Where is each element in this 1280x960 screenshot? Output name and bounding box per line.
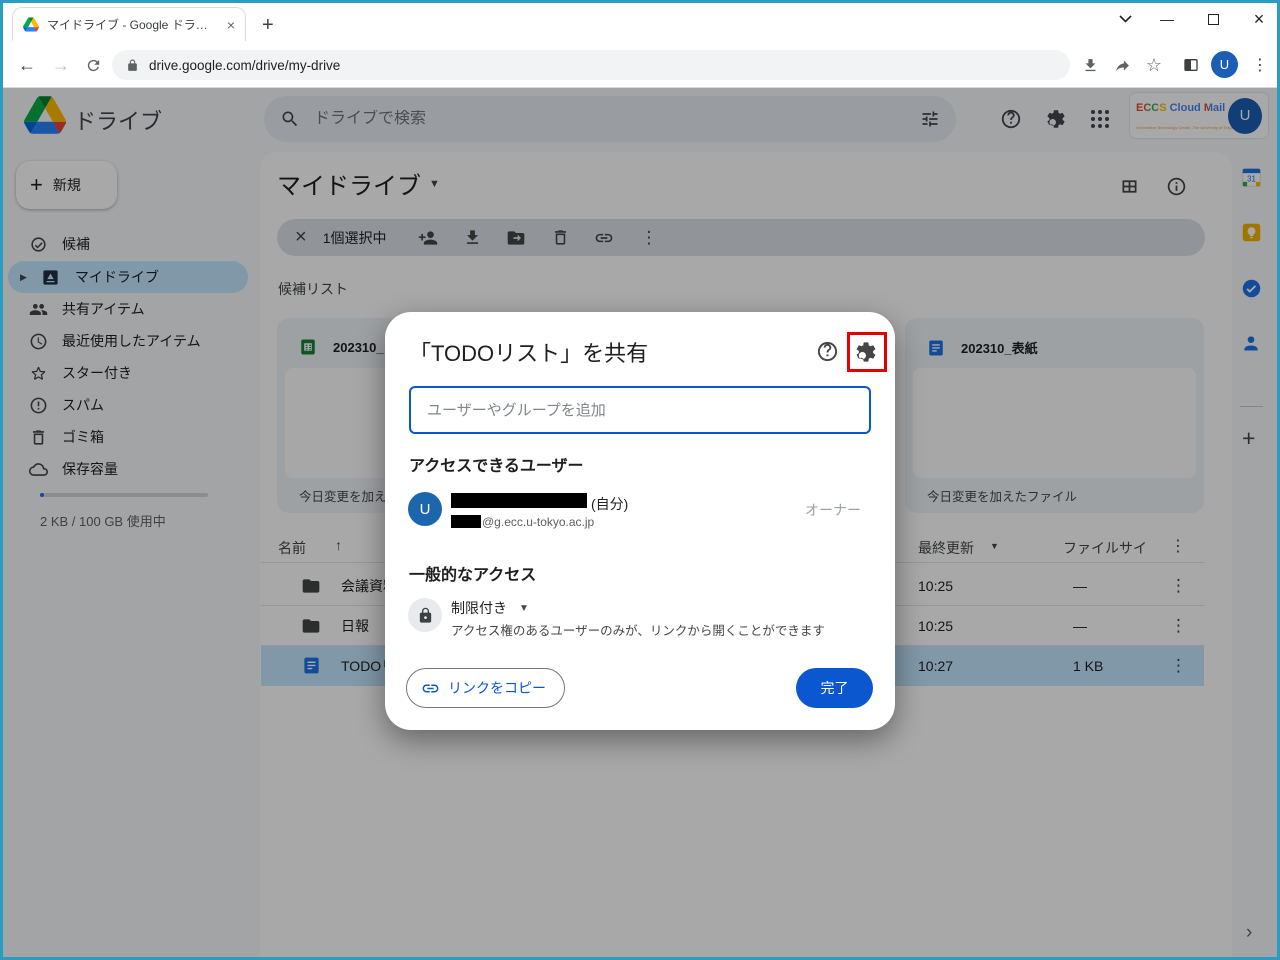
tab-close-icon[interactable]: × xyxy=(227,17,235,33)
redacted-owner-name xyxy=(451,493,587,508)
new-tab-button[interactable]: + xyxy=(262,15,274,35)
general-access-heading: 一般的なアクセス xyxy=(409,567,537,584)
tab-search-chevron-icon[interactable] xyxy=(1110,8,1140,30)
add-people-input[interactable] xyxy=(409,386,871,434)
https-lock-icon xyxy=(126,59,139,72)
copy-link-label: リンクをコピー xyxy=(448,680,546,696)
general-access-dropdown[interactable]: 制限付き ▼ xyxy=(451,598,529,618)
forward-button[interactable]: → xyxy=(48,52,74,78)
link-icon xyxy=(421,679,440,698)
copy-link-button[interactable]: リンクをコピー xyxy=(406,668,565,708)
owner-role-label: オーナー xyxy=(805,502,861,518)
bookmark-star-icon[interactable]: ☆ xyxy=(1141,52,1167,78)
general-access-description: アクセス権のあるユーザーのみが、リンクから開くことができます xyxy=(451,624,825,638)
dropdown-caret-icon: ▼ xyxy=(519,602,529,614)
general-access-option-label: 制限付き xyxy=(451,600,507,616)
side-panel-icon[interactable] xyxy=(1178,52,1204,78)
reload-button[interactable] xyxy=(80,52,106,78)
people-with-access-heading: アクセスできるユーザー xyxy=(409,458,584,475)
redacted-email-prefix xyxy=(451,515,481,528)
owner-avatar: U xyxy=(408,492,442,526)
browser-profile-avatar[interactable]: U xyxy=(1211,51,1238,78)
browser-menu-kebab-icon[interactable]: ⋮ xyxy=(1247,52,1273,78)
owner-email-domain: @g.ecc.u-tokyo.ac.jp xyxy=(482,515,595,529)
url-text: drive.google.com/drive/my-drive xyxy=(149,57,341,73)
back-button[interactable]: ← xyxy=(14,52,40,78)
browser-chrome: マイドライブ - Google ドライブ × + — × ← → drive.g… xyxy=(0,0,1280,88)
window-close-button[interactable]: × xyxy=(1244,8,1274,30)
window-minimize-button[interactable]: — xyxy=(1152,8,1182,30)
owner-self-label: (自分) xyxy=(591,496,629,512)
window-maximize-button[interactable] xyxy=(1198,8,1228,30)
restricted-lock-icon[interactable] xyxy=(408,598,442,632)
share-help-icon[interactable] xyxy=(816,340,839,363)
address-bar[interactable]: drive.google.com/drive/my-drive xyxy=(112,50,1070,80)
done-button[interactable]: 完了 xyxy=(796,668,873,708)
tab-title: マイドライブ - Google ドライブ xyxy=(47,18,215,32)
annotation-highlight-box xyxy=(847,332,887,372)
share-icon[interactable] xyxy=(1109,52,1135,78)
share-dialog-title: 「TODOリスト」を共有 xyxy=(409,341,649,366)
drive-favicon xyxy=(23,17,39,32)
browser-tab[interactable]: マイドライブ - Google ドライブ × xyxy=(12,7,246,41)
save-page-icon[interactable] xyxy=(1077,52,1103,78)
share-dialog: 「TODOリスト」を共有 アクセスできるユーザー U (自分) @g.ecc.u… xyxy=(385,312,895,730)
